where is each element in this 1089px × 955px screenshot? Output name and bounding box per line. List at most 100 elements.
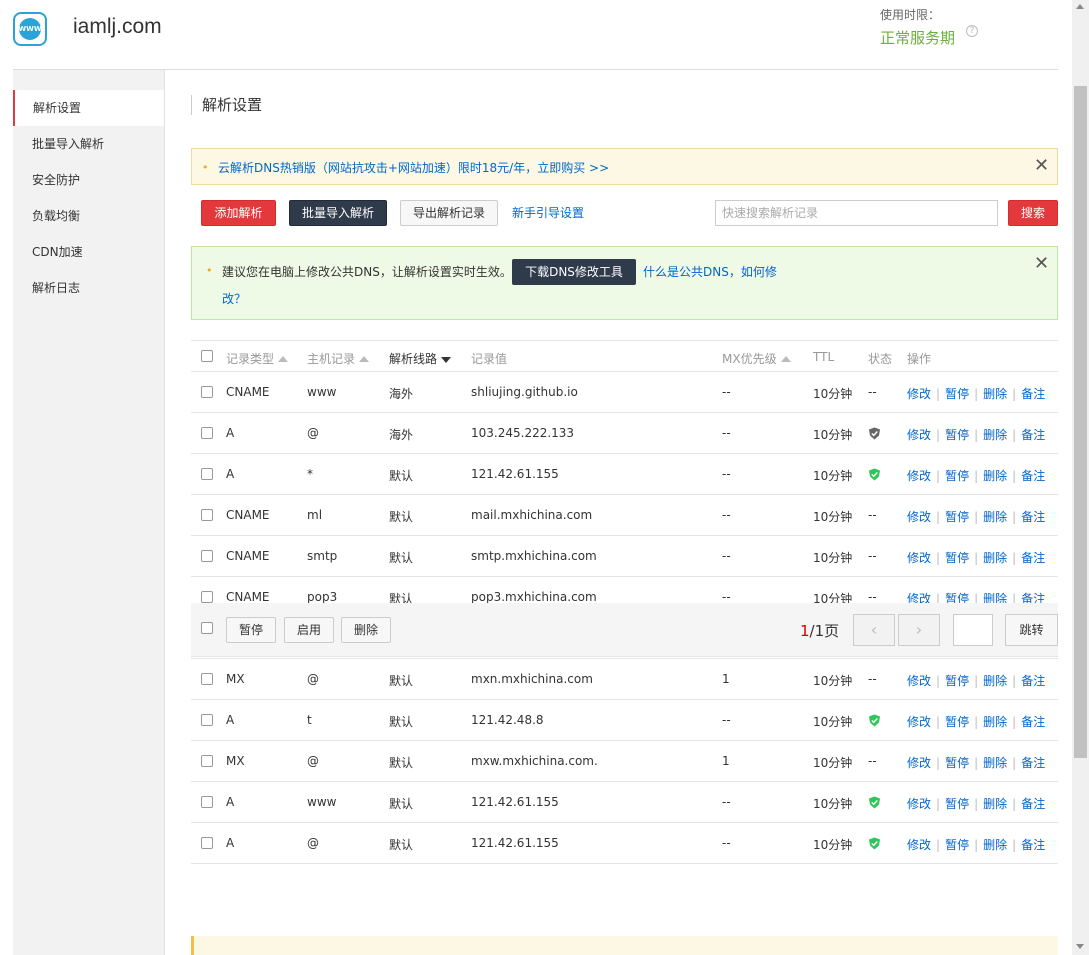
row-checkbox[interactable]: [201, 837, 213, 849]
row-checkbox[interactable]: [201, 673, 213, 685]
edit-link[interactable]: 修改: [907, 551, 931, 565]
note-link[interactable]: 备注: [1021, 715, 1045, 729]
edit-link[interactable]: 修改: [907, 674, 931, 688]
close-icon[interactable]: ✕: [1034, 157, 1049, 175]
ttl-value: 10分钟: [813, 469, 853, 483]
resolution-line: 海外: [389, 428, 414, 442]
delete-link[interactable]: 删除: [983, 428, 1007, 442]
pause-link[interactable]: 暂停: [945, 838, 969, 852]
batch-pause-button[interactable]: 暂停: [226, 617, 276, 643]
edit-link[interactable]: 修改: [907, 387, 931, 401]
row-checkbox[interactable]: [201, 468, 213, 480]
row-checkbox[interactable]: [201, 714, 213, 726]
pause-link[interactable]: 暂停: [945, 797, 969, 811]
delete-link[interactable]: 删除: [983, 551, 1007, 565]
record-value: mxn.mxhichina.com: [471, 672, 593, 686]
select-all-checkbox[interactable]: [201, 350, 213, 362]
next-page-button[interactable]: ›: [898, 614, 940, 646]
row-checkbox[interactable]: [201, 427, 213, 439]
scrollbar[interactable]: [1072, 0, 1089, 955]
row-checkbox[interactable]: [201, 509, 213, 521]
add-record-button[interactable]: 添加解析: [201, 200, 276, 226]
delete-link[interactable]: 删除: [983, 469, 1007, 483]
delete-link[interactable]: 删除: [983, 797, 1007, 811]
resolution-line: 默认: [389, 797, 414, 811]
delete-link[interactable]: 删除: [983, 838, 1007, 852]
scroll-up-icon[interactable]: [1076, 4, 1084, 9]
row-checkbox[interactable]: [201, 591, 213, 603]
col-mx[interactable]: MX优先级: [722, 350, 791, 367]
delete-link[interactable]: 删除: [983, 756, 1007, 770]
note-link[interactable]: 备注: [1021, 428, 1045, 442]
sidebar-item[interactable]: 安全防护: [13, 162, 164, 198]
delete-link[interactable]: 删除: [983, 715, 1007, 729]
shield-check-icon: [868, 796, 881, 809]
col-line[interactable]: 解析线路: [389, 350, 452, 367]
pause-link[interactable]: 暂停: [945, 387, 969, 401]
sort-asc-icon: [359, 355, 370, 362]
col-type[interactable]: 记录类型: [226, 350, 289, 367]
note-link[interactable]: 备注: [1021, 469, 1045, 483]
batch-enable-button[interactable]: 启用: [284, 617, 334, 643]
sidebar-item[interactable]: CDN加速: [13, 234, 164, 270]
row-checkbox[interactable]: [201, 386, 213, 398]
note-link[interactable]: 备注: [1021, 756, 1045, 770]
promo-link[interactable]: 云解析DNS热销版（网站抗攻击+网站加速）限时18元/年，立即购买 >>: [218, 159, 609, 176]
note-link[interactable]: 备注: [1021, 674, 1045, 688]
resolution-line: 默认: [389, 756, 414, 770]
note-link[interactable]: 备注: [1021, 838, 1045, 852]
search-input[interactable]: [715, 200, 998, 226]
page-number-input[interactable]: [953, 614, 993, 646]
jump-button[interactable]: 跳转: [1005, 614, 1058, 646]
delete-link[interactable]: 删除: [983, 510, 1007, 524]
row-checkbox[interactable]: [201, 796, 213, 808]
edit-link[interactable]: 修改: [907, 715, 931, 729]
table-row: CNAME ml 默认 mail.mxhichina.com -- 10分钟 -- 修改 | 暂停…: [191, 495, 1058, 536]
delete-link[interactable]: 删除: [983, 387, 1007, 401]
sidebar-item[interactable]: 负载均衡: [13, 198, 164, 234]
edit-link[interactable]: 修改: [907, 510, 931, 524]
prev-page-button[interactable]: ‹: [853, 614, 895, 646]
globe-icon: WWW: [18, 18, 42, 40]
pause-link[interactable]: 暂停: [945, 469, 969, 483]
delete-link[interactable]: 删除: [983, 674, 1007, 688]
download-dns-tool-button[interactable]: 下载DNS修改工具: [512, 259, 636, 285]
note-link[interactable]: 备注: [1021, 551, 1045, 565]
help-icon[interactable]: ?: [966, 25, 978, 37]
sidebar-item[interactable]: 解析日志: [13, 270, 164, 306]
pause-link[interactable]: 暂停: [945, 674, 969, 688]
search-button[interactable]: 搜索: [1008, 200, 1058, 226]
edit-link[interactable]: 修改: [907, 469, 931, 483]
batch-delete-button[interactable]: 删除: [341, 617, 391, 643]
public-dns-help-link-cont[interactable]: 改？: [222, 290, 246, 307]
select-all-footer-checkbox[interactable]: [201, 622, 213, 634]
edit-link[interactable]: 修改: [907, 428, 931, 442]
pause-link[interactable]: 暂停: [945, 756, 969, 770]
pause-link[interactable]: 暂停: [945, 428, 969, 442]
row-checkbox[interactable]: [201, 755, 213, 767]
sidebar-item[interactable]: 解析设置: [13, 90, 164, 126]
pause-link[interactable]: 暂停: [945, 510, 969, 524]
edit-link[interactable]: 修改: [907, 797, 931, 811]
public-dns-help-link[interactable]: 什么是公共DNS，如何修: [643, 263, 777, 280]
scroll-down-icon[interactable]: [1076, 944, 1084, 949]
edit-link[interactable]: 修改: [907, 838, 931, 852]
close-icon[interactable]: ✕: [1034, 255, 1049, 273]
record-type: A: [226, 713, 235, 727]
note-link[interactable]: 备注: [1021, 510, 1045, 524]
pause-link[interactable]: 暂停: [945, 551, 969, 565]
pause-link[interactable]: 暂停: [945, 715, 969, 729]
note-link[interactable]: 备注: [1021, 797, 1045, 811]
separator: |: [1012, 469, 1017, 483]
edit-link[interactable]: 修改: [907, 756, 931, 770]
guide-settings-link[interactable]: 新手引导设置: [512, 204, 584, 221]
sidebar-item[interactable]: 批量导入解析: [13, 126, 164, 162]
note-link[interactable]: 备注: [1021, 387, 1045, 401]
mx-priority: 1: [722, 754, 730, 768]
ttl-value: 10分钟: [813, 797, 853, 811]
col-host[interactable]: 主机记录: [307, 350, 370, 367]
batch-import-button[interactable]: 批量导入解析: [289, 200, 387, 226]
scroll-thumb[interactable]: [1074, 86, 1087, 758]
row-checkbox[interactable]: [201, 550, 213, 562]
export-records-button[interactable]: 导出解析记录: [400, 200, 498, 226]
